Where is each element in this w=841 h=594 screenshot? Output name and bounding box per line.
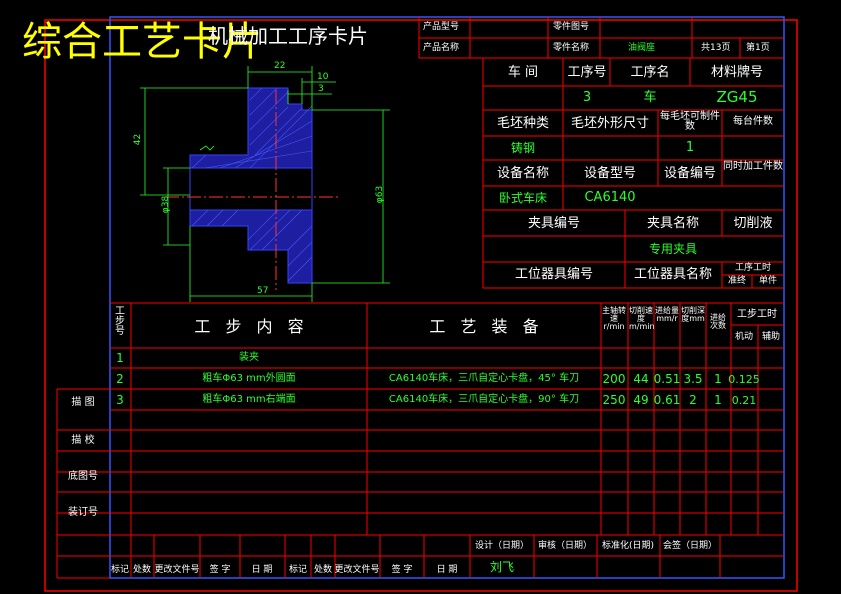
step-time: 0.21 bbox=[731, 394, 757, 407]
passes-header: 进给次数 bbox=[710, 313, 726, 330]
fixture-name-label: 夹具名称 bbox=[646, 216, 700, 231]
depth-header: 切削深度mm bbox=[681, 306, 705, 323]
equip-model-value: CA6140 bbox=[584, 190, 636, 205]
step-equip: CA6140车床，三爪自定心卡盘，90° 车刀 bbox=[388, 394, 580, 405]
op-no-value: 3 bbox=[582, 90, 592, 105]
footer-review: 审核（日期） bbox=[537, 541, 593, 551]
step-time: 0.125 bbox=[728, 373, 760, 386]
dim-phi38: φ38 bbox=[161, 195, 172, 214]
equip-name-label: 设备名称 bbox=[496, 166, 550, 181]
blank-type-value: 铸钢 bbox=[510, 141, 536, 155]
dim-10: 10 bbox=[317, 72, 329, 82]
dim-42: 42 bbox=[133, 133, 144, 146]
feed-header: 进给量mm/r bbox=[655, 306, 679, 323]
part-name-label: 零件名称 bbox=[553, 43, 590, 53]
pieces-per-blank-label: 每毛坯可制件数 bbox=[660, 111, 720, 132]
step-no: 2 bbox=[116, 372, 124, 386]
step-passes: 1 bbox=[714, 372, 722, 386]
footer-sign: 会签（日期） bbox=[662, 541, 718, 551]
card-title: 机械加工工序卡片 bbox=[208, 24, 368, 48]
footer-design: 设计（日期） bbox=[474, 541, 530, 551]
aux-time-header: 辅助 bbox=[761, 332, 781, 342]
equip-no-label: 设备编号 bbox=[663, 166, 717, 181]
simul-parts-label: 同时加工件数 bbox=[723, 161, 783, 172]
op-time-label: 工序工时 bbox=[734, 263, 772, 273]
step-content-header: 工 步 内 容 bbox=[194, 317, 304, 336]
step-no: 3 bbox=[116, 393, 124, 407]
op-name-label: 工序名 bbox=[630, 65, 670, 80]
total-pages: 共13页 bbox=[701, 43, 731, 53]
fixture-name-value: 专用夹具 bbox=[648, 242, 698, 256]
dim-3: 3 bbox=[318, 84, 324, 94]
machine-time-header: 机动 bbox=[734, 332, 754, 342]
blank-size-label: 毛坯外形尺寸 bbox=[570, 116, 650, 131]
equipment-header: 工 艺 装 备 bbox=[429, 317, 539, 336]
footer-mark-1: 标记 bbox=[110, 565, 130, 575]
step-no: 1 bbox=[116, 351, 124, 365]
coolant-label: 切削液 bbox=[733, 216, 773, 231]
fixture-no-label: 夹具编号 bbox=[527, 216, 581, 231]
time-header: 工步工时 bbox=[737, 309, 777, 320]
footer-date-1: 日 期 bbox=[251, 565, 273, 575]
unit-label: 单件 bbox=[758, 276, 778, 286]
dim-57: 57 bbox=[257, 286, 269, 296]
step-speed: 49 bbox=[633, 393, 649, 407]
material-label: 材料牌号 bbox=[710, 65, 764, 80]
speed-header: 切削速度m/min bbox=[629, 306, 655, 331]
step-feed: 0.61 bbox=[653, 393, 681, 407]
side-check: 描 校 bbox=[71, 435, 95, 446]
dim-22: 22 bbox=[274, 61, 286, 71]
product-model-label: 产品型号 bbox=[423, 22, 460, 32]
footer-mark-2: 标记 bbox=[288, 565, 308, 575]
equip-name-value: 卧式车床 bbox=[498, 191, 548, 205]
workshop-label: 车 间 bbox=[507, 65, 539, 80]
station-tool-no-label: 工位器具编号 bbox=[514, 267, 594, 282]
footer-designer: 刘飞 bbox=[489, 560, 515, 574]
footer-change-doc-2: 更改文件号 bbox=[334, 565, 380, 575]
step-equip: CA6140车床，三爪自定心卡盘，45° 车刀 bbox=[388, 373, 580, 384]
dim-phi63: φ63 bbox=[375, 185, 386, 204]
side-trace: 描 图 bbox=[71, 397, 95, 408]
step-spindle: 200 bbox=[602, 372, 626, 386]
op-no-label: 工序号 bbox=[567, 65, 607, 80]
step-speed: 44 bbox=[633, 372, 649, 386]
step-passes: 1 bbox=[714, 393, 722, 407]
prep-label: 准终 bbox=[727, 276, 747, 286]
part-drawing bbox=[140, 66, 390, 302]
footer-count-2: 处数 bbox=[313, 565, 333, 575]
step-depth: 3.5 bbox=[683, 372, 703, 386]
footer-signature-1: 签 字 bbox=[209, 565, 231, 575]
pieces-per-blank-value: 1 bbox=[685, 140, 695, 155]
step-content: 装夹 bbox=[239, 352, 259, 363]
page-no: 第1页 bbox=[746, 43, 770, 53]
side-base-no: 底图号 bbox=[68, 471, 98, 482]
step-no-header: 工步号 bbox=[115, 306, 125, 337]
side-binding-no: 装订号 bbox=[68, 507, 98, 518]
pieces-per-unit-label: 每台件数 bbox=[733, 116, 773, 127]
station-tool-name-label: 工位器具名称 bbox=[633, 267, 713, 282]
step-content: 粗车Φ63 mm右端面 bbox=[202, 394, 296, 405]
part-name-value: 油阀座 bbox=[628, 43, 656, 53]
material-value: ZG45 bbox=[716, 88, 758, 106]
step-spindle: 250 bbox=[602, 393, 626, 407]
spindle-header: 主轴转速r/min bbox=[602, 306, 626, 331]
card-linework bbox=[44, 16, 798, 592]
step-depth: 2 bbox=[689, 393, 697, 407]
footer-change-doc-1: 更改文件号 bbox=[154, 565, 200, 575]
step-feed: 0.51 bbox=[653, 372, 681, 386]
footer-standard: 标准化(日期) bbox=[601, 541, 655, 551]
footer-count-1: 处数 bbox=[132, 565, 152, 575]
step-content: 粗车Φ63 mm外圆面 bbox=[202, 373, 296, 384]
product-name-label: 产品名称 bbox=[423, 43, 460, 53]
part-no-label: 零件图号 bbox=[553, 22, 590, 32]
footer-signature-2: 签 字 bbox=[391, 565, 413, 575]
footer-date-2: 日 期 bbox=[436, 565, 458, 575]
equip-model-label: 设备型号 bbox=[583, 166, 637, 181]
blank-type-label: 毛坯种类 bbox=[496, 116, 550, 131]
op-name-value: 车 bbox=[643, 90, 657, 105]
